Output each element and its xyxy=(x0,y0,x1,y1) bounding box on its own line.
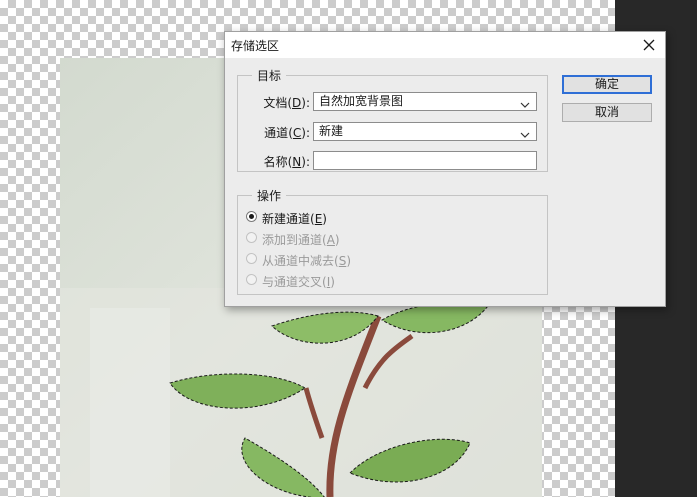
cancel-button[interactable]: 取消 xyxy=(562,103,652,122)
target-group-label: 目标 xyxy=(252,67,287,84)
radio-label: 添加到通道(A) xyxy=(262,233,340,247)
name-input[interactable] xyxy=(313,151,537,170)
channel-select[interactable]: 新建 xyxy=(313,122,537,141)
document-select-value: 自然加宽背景图 xyxy=(319,94,404,108)
document-label: 文档(D): xyxy=(263,96,310,110)
document-select[interactable]: 自然加宽背景图 xyxy=(313,92,537,111)
ok-button[interactable]: 确定 xyxy=(562,75,652,94)
radio-button[interactable] xyxy=(246,253,257,264)
close-icon[interactable] xyxy=(639,35,659,55)
dialog-titlebar[interactable]: 存储选区 xyxy=(225,32,665,58)
channel-label: 通道(C): xyxy=(264,126,310,140)
name-label: 名称(N): xyxy=(263,155,310,169)
target-group: 目标 文档(D): 自然加宽背景图 通道(C): 新建 名称(N): xyxy=(237,67,548,172)
save-selection-dialog: 存储选区 目标 文档(D): 自然加宽背景图 通道(C): 新建 名称(N): … xyxy=(224,31,666,307)
radio-button[interactable] xyxy=(246,211,257,222)
radio-button[interactable] xyxy=(246,232,257,243)
radio-button[interactable] xyxy=(246,274,257,285)
operation-group: 操作 新建通道(E) 添加到通道(A) 从通道中减去(S) 与通道交叉(I) xyxy=(237,187,548,295)
operation-group-label: 操作 xyxy=(252,187,287,204)
channel-select-value: 新建 xyxy=(319,124,344,138)
chevron-down-icon xyxy=(520,97,530,114)
radio-label: 与通道交叉(I) xyxy=(262,275,335,289)
dialog-title: 存储选区 xyxy=(231,39,280,53)
radio-label: 新建通道(E) xyxy=(262,212,327,226)
radio-label: 从通道中减去(S) xyxy=(262,254,352,268)
chevron-down-icon xyxy=(520,127,530,144)
